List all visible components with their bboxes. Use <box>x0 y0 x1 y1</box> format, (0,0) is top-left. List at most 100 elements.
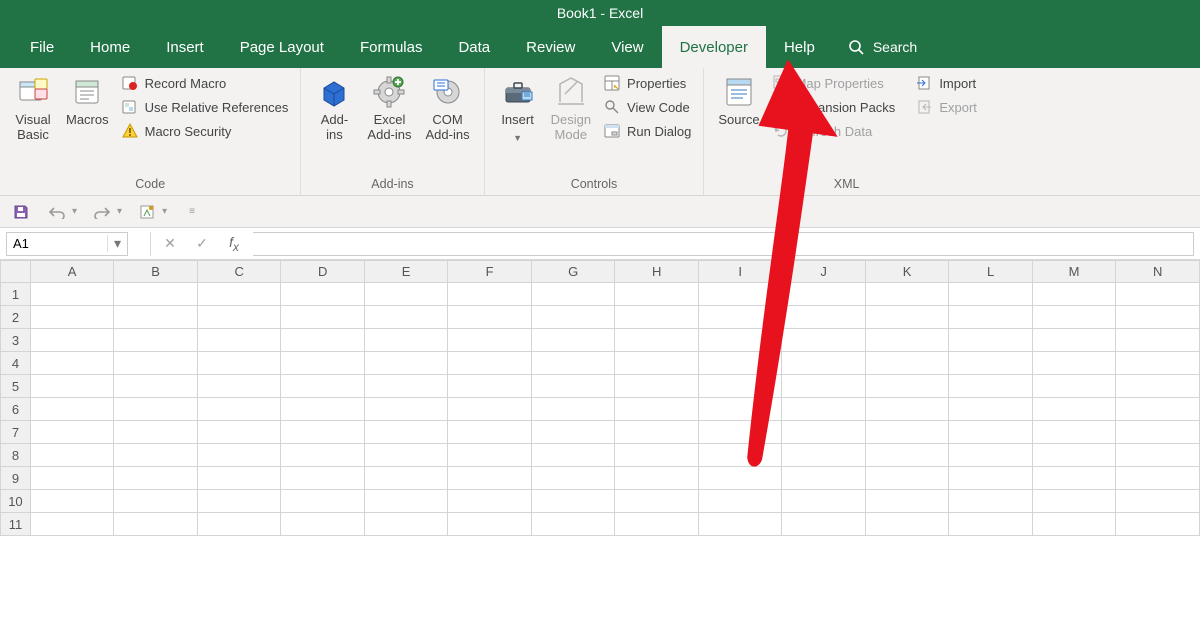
row-header[interactable]: 3 <box>1 329 31 352</box>
insert-controls-button[interactable]: Insert ▼ <box>493 72 543 146</box>
cell[interactable] <box>281 513 365 536</box>
cell[interactable] <box>281 467 365 490</box>
cell[interactable] <box>1116 329 1200 352</box>
cell[interactable] <box>698 513 781 536</box>
cell[interactable] <box>448 467 532 490</box>
cell[interactable] <box>281 283 365 306</box>
cell[interactable] <box>448 283 532 306</box>
cell[interactable] <box>782 352 865 375</box>
col-header[interactable]: I <box>698 261 781 283</box>
customize-qat-button[interactable]: ≡ <box>181 201 203 223</box>
cell[interactable] <box>1116 283 1200 306</box>
map-properties-button[interactable]: Map Properties <box>768 74 900 92</box>
cell[interactable] <box>448 398 532 421</box>
cell[interactable] <box>531 467 615 490</box>
cell[interactable] <box>865 306 949 329</box>
cell[interactable] <box>364 513 448 536</box>
cell[interactable] <box>364 352 448 375</box>
cell[interactable] <box>698 467 781 490</box>
cell[interactable] <box>30 398 114 421</box>
properties-button[interactable]: Properties <box>599 74 695 92</box>
cell[interactable] <box>531 306 615 329</box>
cell[interactable] <box>448 490 532 513</box>
cell[interactable] <box>615 467 699 490</box>
cell[interactable] <box>448 306 532 329</box>
cell[interactable] <box>782 490 865 513</box>
cell[interactable] <box>865 421 949 444</box>
cell[interactable] <box>615 352 699 375</box>
cell[interactable] <box>197 467 281 490</box>
cell[interactable] <box>197 398 281 421</box>
cell[interactable] <box>197 421 281 444</box>
cell[interactable] <box>865 352 949 375</box>
cell[interactable] <box>197 490 281 513</box>
cell[interactable] <box>698 283 781 306</box>
cell[interactable] <box>114 513 198 536</box>
col-header[interactable]: N <box>1116 261 1200 283</box>
cell[interactable] <box>30 283 114 306</box>
cell[interactable] <box>114 444 198 467</box>
record-macro-button[interactable]: Record Macro <box>117 74 293 92</box>
cell[interactable] <box>698 375 781 398</box>
cell[interactable] <box>30 490 114 513</box>
col-header[interactable]: G <box>531 261 615 283</box>
row-header[interactable]: 1 <box>1 283 31 306</box>
cell[interactable] <box>1032 421 1116 444</box>
cell[interactable] <box>949 375 1032 398</box>
row-header[interactable]: 11 <box>1 513 31 536</box>
cell[interactable] <box>531 444 615 467</box>
tab-insert[interactable]: Insert <box>148 26 222 68</box>
cell[interactable] <box>782 329 865 352</box>
cell[interactable] <box>1116 421 1200 444</box>
cell[interactable] <box>615 398 699 421</box>
source-button[interactable]: Source <box>712 72 765 127</box>
cell[interactable] <box>30 329 114 352</box>
col-header[interactable]: A <box>30 261 114 283</box>
cell[interactable] <box>615 444 699 467</box>
cell[interactable] <box>615 283 699 306</box>
col-header[interactable]: E <box>364 261 448 283</box>
cell[interactable] <box>30 352 114 375</box>
cell[interactable] <box>114 398 198 421</box>
cell[interactable] <box>364 444 448 467</box>
cell[interactable] <box>114 490 198 513</box>
cell[interactable] <box>281 306 365 329</box>
cell[interactable] <box>197 513 281 536</box>
cell[interactable] <box>782 467 865 490</box>
cell[interactable] <box>949 421 1032 444</box>
cell[interactable] <box>1116 490 1200 513</box>
cell[interactable] <box>1032 375 1116 398</box>
cell[interactable] <box>615 375 699 398</box>
cell[interactable] <box>1032 329 1116 352</box>
col-header[interactable]: H <box>615 261 699 283</box>
cell[interactable] <box>364 375 448 398</box>
tab-home[interactable]: Home <box>72 26 148 68</box>
tab-view[interactable]: View <box>593 26 661 68</box>
cell[interactable] <box>949 352 1032 375</box>
refresh-data-button[interactable]: Refresh Data <box>768 122 900 140</box>
cell[interactable] <box>865 490 949 513</box>
row-header[interactable]: 9 <box>1 467 31 490</box>
cell[interactable] <box>531 283 615 306</box>
cell[interactable] <box>30 444 114 467</box>
cell[interactable] <box>531 329 615 352</box>
cell[interactable] <box>782 375 865 398</box>
design-mode-button[interactable]: Design Mode <box>545 72 597 142</box>
cell[interactable] <box>865 513 949 536</box>
cell[interactable] <box>448 329 532 352</box>
cell[interactable] <box>698 352 781 375</box>
cell[interactable] <box>865 398 949 421</box>
tab-help[interactable]: Help <box>766 26 833 68</box>
cell[interactable] <box>1032 306 1116 329</box>
tab-page-layout[interactable]: Page Layout <box>222 26 342 68</box>
cell[interactable] <box>281 329 365 352</box>
col-header[interactable]: B <box>114 261 198 283</box>
col-header[interactable]: J <box>782 261 865 283</box>
cell[interactable] <box>782 513 865 536</box>
export-button[interactable]: Export <box>911 98 981 116</box>
col-header[interactable]: F <box>448 261 532 283</box>
cell[interactable] <box>949 444 1032 467</box>
cell[interactable] <box>1032 398 1116 421</box>
select-all-corner[interactable] <box>1 261 31 283</box>
cell[interactable] <box>114 375 198 398</box>
